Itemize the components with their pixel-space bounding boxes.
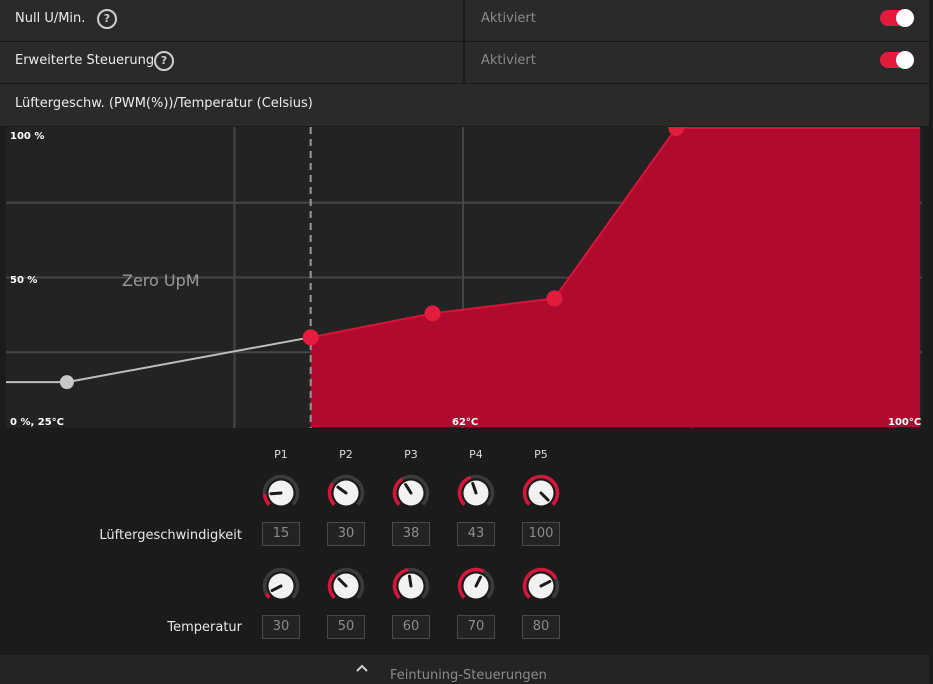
knob-fill (262, 494, 271, 506)
speed-row-label: Lüftergeschwindigkeit (99, 528, 242, 543)
toggle-knob (896, 51, 914, 69)
x-tick-100: 100°C (888, 417, 921, 428)
help-icon[interactable]: ? (154, 51, 174, 71)
temperature-knob-p1[interactable] (262, 567, 300, 605)
temperature-input-p3[interactable]: 60 (392, 615, 430, 639)
zero-rpm-value: Aktiviert (481, 11, 536, 26)
knob-dial-icon (522, 474, 560, 506)
knob-dial-icon (262, 567, 300, 599)
chart-title: Lüftergeschw. (PWM(%))/Temperatur (Celsi… (15, 96, 313, 111)
temperature-input-p5[interactable]: 80 (522, 615, 560, 639)
speed-input-p5[interactable]: 100 (522, 522, 560, 546)
curve-point-p3[interactable] (424, 305, 441, 322)
zero-rpm-toggle[interactable] (880, 9, 914, 27)
curve-point-p4[interactable] (546, 290, 563, 307)
zero-rpm-zone-label: Zero UpM (122, 271, 200, 290)
knob-dial-icon (392, 474, 430, 506)
y-tick-100: 100 % (10, 131, 44, 142)
speed-knob-p4[interactable] (457, 474, 495, 512)
toggle-knob (896, 9, 914, 27)
advanced-control-row: Erweiterte Steuerung ? Aktiviert (0, 42, 929, 85)
curve-point-p2[interactable] (302, 329, 319, 346)
fine-tuning-label[interactable]: Feintuning-Steuerungen (390, 668, 547, 683)
speed-input-p1[interactable]: 15 (262, 522, 300, 546)
temperature-knob-p4[interactable] (457, 567, 495, 605)
temperature-input-p1[interactable]: 30 (262, 615, 300, 639)
x-tick-62: 62°C (452, 417, 478, 428)
temperature-input-p4[interactable]: 70 (457, 615, 495, 639)
speed-knob-p1[interactable] (262, 474, 300, 512)
knob-dial-icon (457, 474, 495, 506)
fine-tuning-footer[interactable]: Feintuning-Steuerungen (0, 655, 929, 684)
advanced-control-value: Aktiviert (481, 53, 536, 68)
knob-fill (264, 592, 271, 599)
speed-input-p2[interactable]: 30 (327, 522, 365, 546)
row-divider (463, 0, 465, 41)
row-divider (463, 42, 465, 83)
temperature-knob-p5[interactable] (522, 567, 560, 605)
temperature-knob-p2[interactable] (327, 567, 365, 605)
temperature-input-p2[interactable]: 50 (327, 615, 365, 639)
knob-dial-icon (392, 567, 430, 599)
speed-input-p4[interactable]: 43 (457, 522, 495, 546)
advanced-control-toggle[interactable] (880, 51, 914, 69)
speed-knob-p2[interactable] (327, 474, 365, 512)
zero-rpm-row: Null U/Min. ? Aktiviert (0, 0, 929, 43)
knob-dial-icon (327, 567, 365, 599)
point-column-label: P2 (339, 448, 353, 461)
temperature-row-label: Temperatur (167, 620, 242, 635)
fan-curve-chart[interactable]: 100 % 50 % 0 %, 25°C 62°C 100°C Zero UpM (6, 127, 922, 428)
point-column-label: P1 (274, 448, 288, 461)
chart-header: Lüftergeschw. (PWM(%))/Temperatur (Celsi… (0, 84, 929, 126)
zero-rpm-point (59, 375, 74, 390)
chevron-up-icon[interactable] (355, 661, 369, 675)
speed-knob-p3[interactable] (392, 474, 430, 512)
help-icon[interactable]: ? (97, 9, 117, 29)
point-column-label: P3 (404, 448, 418, 461)
knob-dial-icon (262, 474, 300, 506)
point-column-label: P4 (469, 448, 483, 461)
knob-dial-icon (522, 567, 560, 599)
point-column-label: P5 (534, 448, 548, 461)
temperature-knob-p3[interactable] (392, 567, 430, 605)
knob-pointer (269, 491, 283, 496)
knob-dial-icon (327, 474, 365, 506)
zero-rpm-label: Null U/Min. (15, 11, 86, 26)
y-tick-50: 50 % (10, 275, 37, 286)
knob-dial-icon (457, 567, 495, 599)
speed-knob-p5[interactable] (522, 474, 560, 512)
origin-tick-label: 0 %, 25°C (10, 417, 64, 428)
advanced-control-label: Erweiterte Steuerung (15, 53, 155, 68)
knob-pointer (407, 574, 413, 588)
speed-input-p3[interactable]: 38 (392, 522, 430, 546)
